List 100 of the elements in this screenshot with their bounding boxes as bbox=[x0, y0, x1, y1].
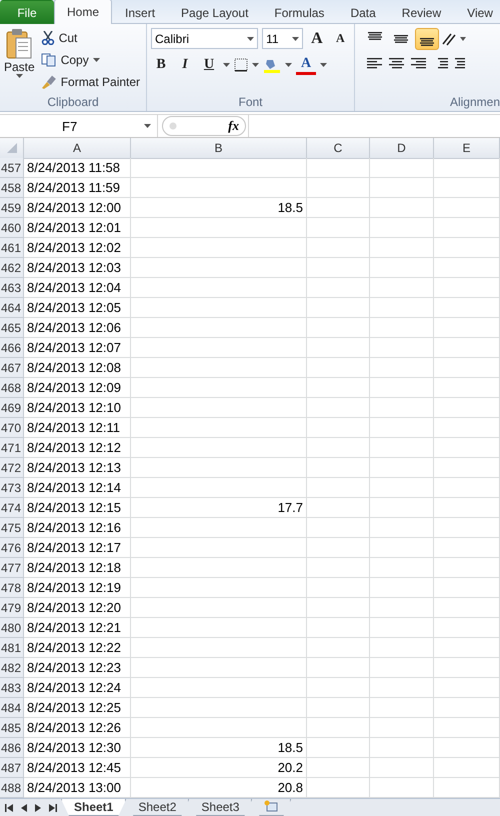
row-header[interactable]: 468 bbox=[0, 378, 24, 398]
table-cell bbox=[434, 318, 500, 338]
table-cell: 20.2 bbox=[131, 758, 307, 778]
format-painter-button[interactable]: Format Painter bbox=[38, 72, 142, 92]
file-tab[interactable]: File bbox=[0, 0, 54, 24]
row-header[interactable]: 471 bbox=[0, 438, 24, 458]
table-cell: 8/24/2013 12:00 bbox=[24, 198, 131, 218]
row-header[interactable]: 477 bbox=[0, 558, 24, 578]
row-header[interactable]: 486 bbox=[0, 738, 24, 758]
row-header[interactable]: 464 bbox=[0, 298, 24, 318]
table-cell: 18.5 bbox=[131, 198, 307, 218]
row-header[interactable]: 469 bbox=[0, 398, 24, 418]
table-cell: 8/24/2013 12:18 bbox=[24, 558, 131, 578]
ribbon-tab[interactable]: Home bbox=[54, 0, 112, 24]
row-header[interactable]: 485 bbox=[0, 718, 24, 738]
column-header[interactable]: B bbox=[131, 138, 307, 159]
table-cell bbox=[307, 298, 370, 318]
row-header[interactable]: 488 bbox=[0, 778, 24, 798]
table-cell bbox=[370, 718, 434, 738]
table-cell bbox=[307, 198, 370, 218]
table-cell bbox=[370, 738, 434, 758]
table-cell bbox=[434, 478, 500, 498]
row-header[interactable]: 467 bbox=[0, 358, 24, 378]
row-header[interactable]: 482 bbox=[0, 658, 24, 678]
row-header[interactable]: 475 bbox=[0, 518, 24, 538]
underline-button[interactable]: U bbox=[199, 55, 219, 75]
table-cell bbox=[370, 538, 434, 558]
copy-button[interactable]: Copy bbox=[38, 50, 142, 70]
table-cell bbox=[307, 538, 370, 558]
row-header[interactable]: 487 bbox=[0, 758, 24, 778]
previous-sheet-icon[interactable] bbox=[20, 804, 28, 812]
paste-button[interactable]: Paste bbox=[4, 28, 35, 93]
table-cell: 17.7 bbox=[131, 498, 307, 518]
font-name-field[interactable]: Calibri bbox=[151, 28, 258, 49]
bold-button[interactable]: B bbox=[151, 55, 171, 75]
row-header[interactable]: 461 bbox=[0, 238, 24, 258]
row-header[interactable]: 459 bbox=[0, 198, 24, 218]
ribbon-tab[interactable]: Review bbox=[388, 0, 454, 24]
ribbon-tab[interactable]: Page Layout bbox=[168, 0, 262, 24]
row-header[interactable]: 470 bbox=[0, 418, 24, 438]
orientation-icon[interactable] bbox=[441, 32, 467, 46]
font-size-field[interactable]: 11 bbox=[262, 28, 304, 49]
row-header[interactable]: 463 bbox=[0, 278, 24, 298]
table-cell bbox=[434, 418, 500, 438]
row-header[interactable]: 483 bbox=[0, 678, 24, 698]
column-header[interactable]: A bbox=[24, 138, 131, 159]
font-color-button[interactable]: A bbox=[296, 55, 316, 75]
row-header[interactable]: 481 bbox=[0, 638, 24, 658]
row-header[interactable]: 474 bbox=[0, 498, 24, 518]
ribbon-tab[interactable]: Formulas bbox=[261, 0, 338, 24]
group-label: Font bbox=[238, 95, 262, 109]
ribbon-tab[interactable]: Data bbox=[337, 0, 389, 24]
sheet-tab[interactable]: Sheet1 bbox=[61, 799, 126, 816]
column-header[interactable]: D bbox=[370, 138, 434, 159]
sheet-tab[interactable]: Sheet2 bbox=[125, 799, 190, 816]
sheet-tab[interactable]: Sheet3 bbox=[188, 799, 252, 816]
row-header[interactable]: 478 bbox=[0, 578, 24, 598]
row-header[interactable]: 480 bbox=[0, 618, 24, 638]
last-sheet-icon[interactable] bbox=[48, 804, 57, 812]
table-cell: 8/24/2013 12:20 bbox=[24, 598, 131, 618]
table-cell bbox=[307, 378, 370, 398]
fill-color-icon[interactable] bbox=[263, 57, 281, 73]
table-cell bbox=[307, 658, 370, 678]
column-header[interactable]: C bbox=[307, 138, 370, 159]
row-header[interactable]: 484 bbox=[0, 698, 24, 718]
shrink-font-button[interactable]: A bbox=[330, 28, 350, 48]
next-sheet-icon[interactable] bbox=[34, 804, 42, 812]
row-header[interactable]: 457 bbox=[0, 158, 24, 178]
table-cell bbox=[434, 618, 500, 638]
lines-icon bbox=[420, 38, 434, 46]
grow-font-button[interactable]: A bbox=[307, 28, 327, 48]
row-header[interactable]: 479 bbox=[0, 598, 24, 618]
table-cell bbox=[434, 278, 500, 298]
table-cell: 8/24/2013 12:23 bbox=[24, 658, 131, 678]
table-cell bbox=[370, 298, 434, 318]
table-cell bbox=[307, 338, 370, 358]
ribbon-tab[interactable]: View bbox=[454, 0, 500, 24]
row-header[interactable]: 462 bbox=[0, 258, 24, 278]
bottom-align-button[interactable] bbox=[415, 28, 439, 50]
first-sheet-icon[interactable] bbox=[5, 804, 14, 812]
column-header[interactable]: E bbox=[434, 138, 500, 159]
row-header[interactable]: 476 bbox=[0, 538, 24, 558]
cut-button[interactable]: Cut bbox=[38, 28, 142, 48]
row-header[interactable]: 460 bbox=[0, 218, 24, 238]
row-header[interactable]: 458 bbox=[0, 178, 24, 198]
ribbon-tab[interactable]: Insert bbox=[112, 0, 168, 24]
table-cell bbox=[307, 358, 370, 378]
insert-function-button[interactable]: fx bbox=[228, 118, 239, 134]
table-cell bbox=[307, 478, 370, 498]
row-header[interactable]: 466 bbox=[0, 338, 24, 358]
table-cell bbox=[307, 618, 370, 638]
table-cell bbox=[307, 518, 370, 538]
italic-button[interactable]: I bbox=[175, 55, 195, 75]
row-header[interactable]: 465 bbox=[0, 318, 24, 338]
row-header[interactable]: 473 bbox=[0, 478, 24, 498]
borders-icon[interactable] bbox=[234, 58, 248, 72]
table-cell bbox=[370, 638, 434, 658]
table-cell bbox=[434, 758, 500, 778]
row-header[interactable]: 472 bbox=[0, 458, 24, 478]
name-box[interactable]: F7 bbox=[0, 115, 158, 137]
